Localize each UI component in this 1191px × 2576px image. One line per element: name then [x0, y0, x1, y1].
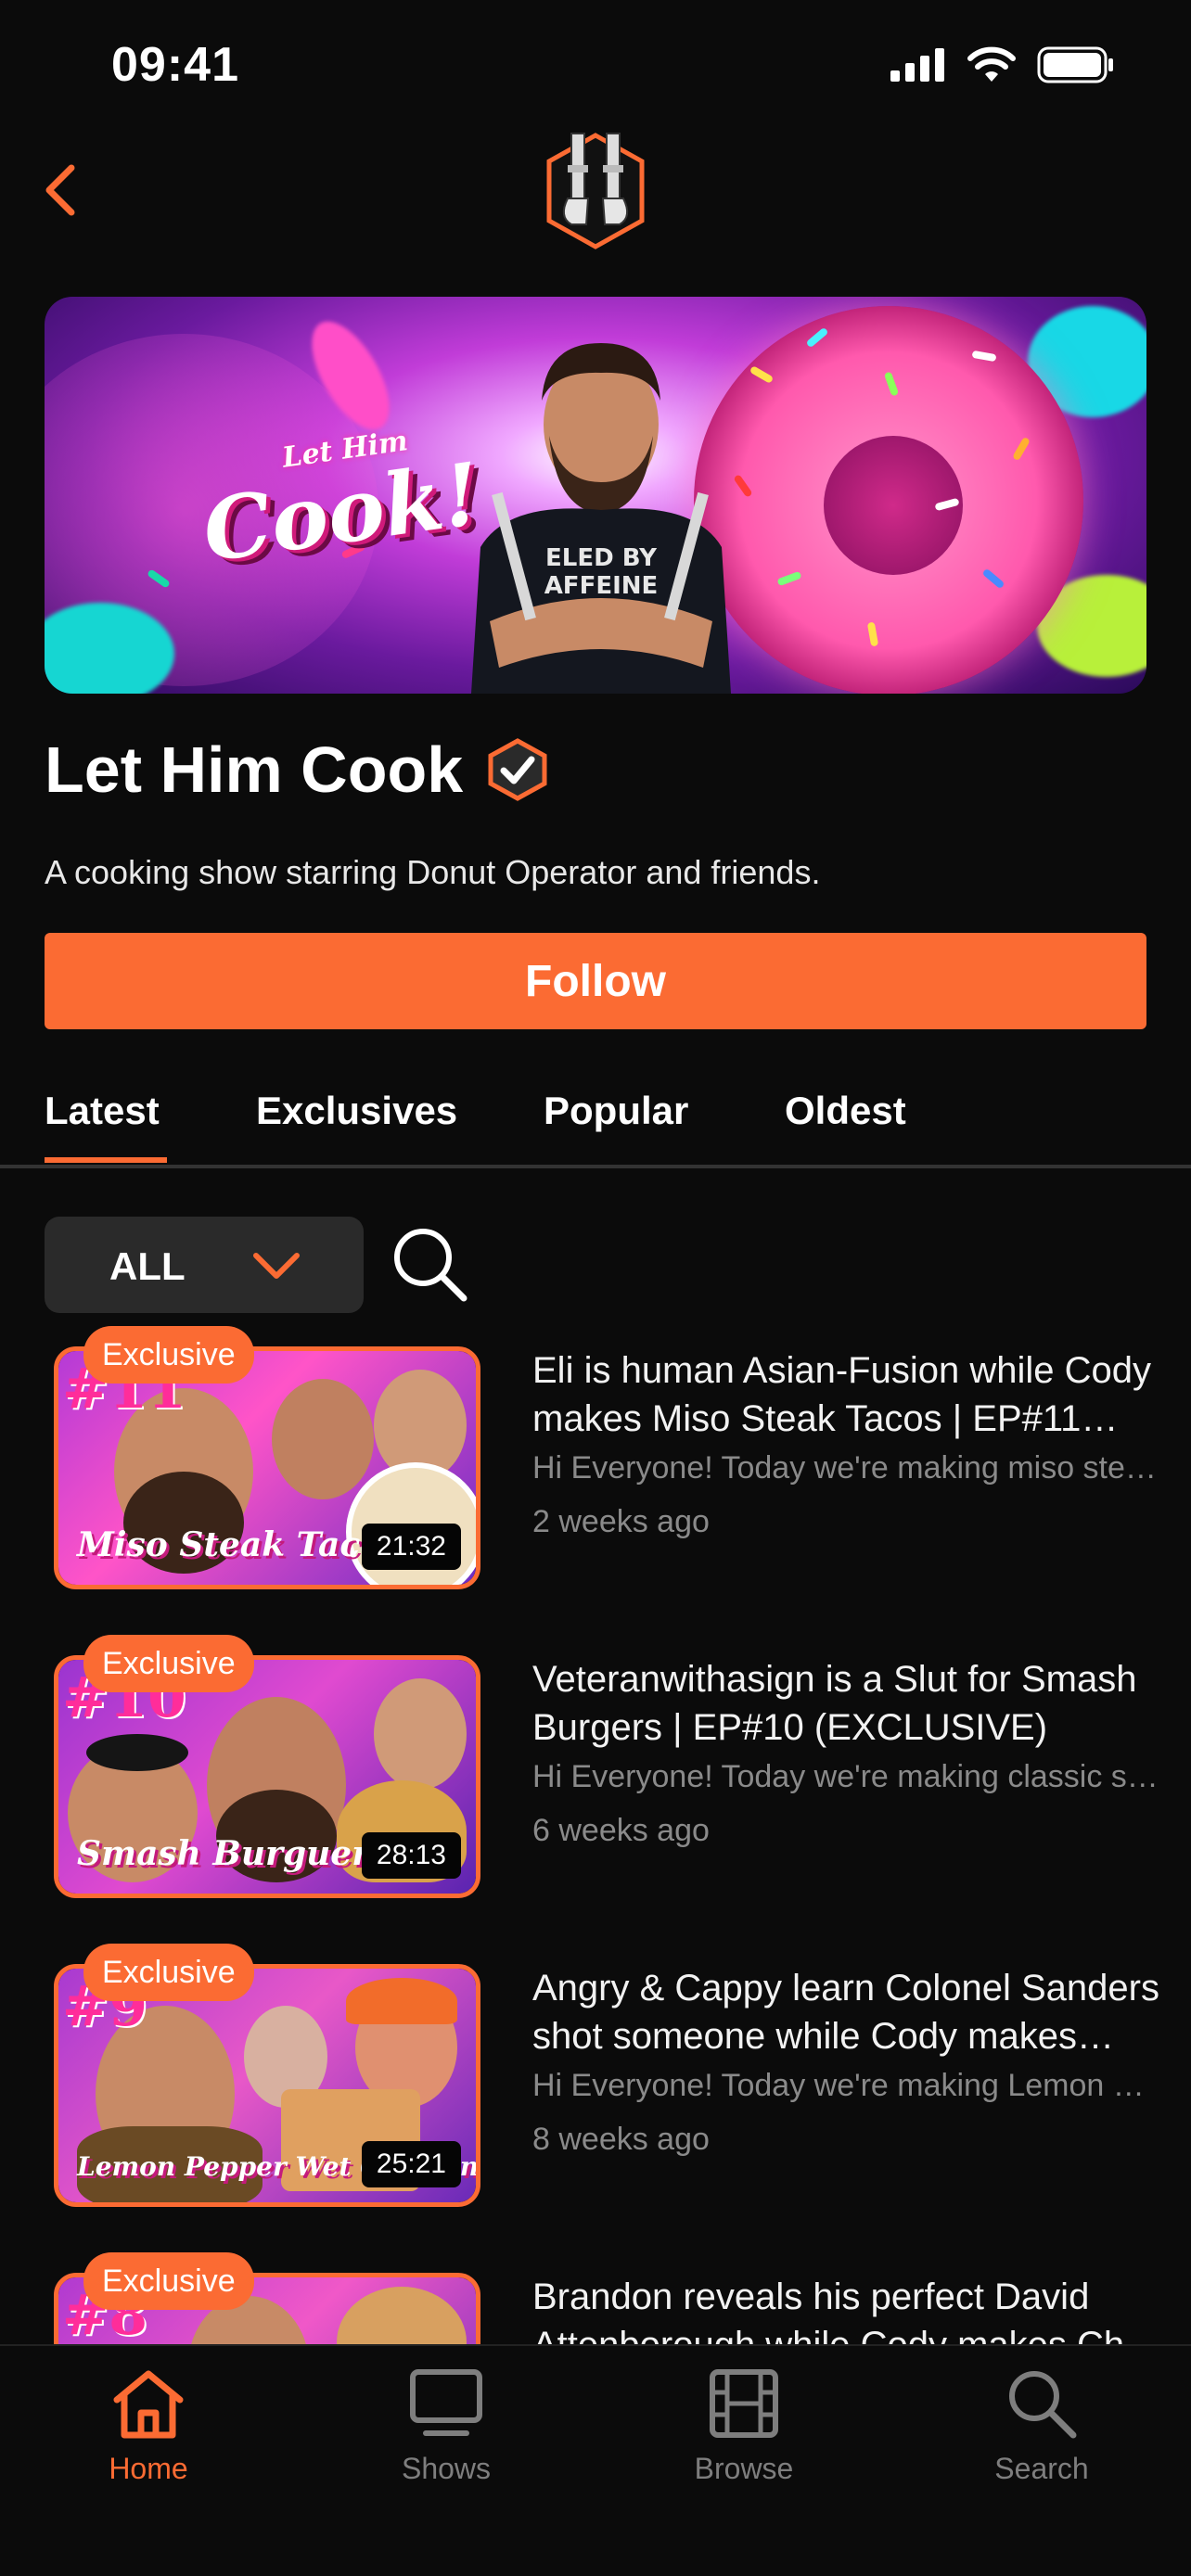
episode-title[interactable]: Eli is human Asian-Fusion while Cody mak… — [532, 1346, 1163, 1443]
search-icon — [1009, 2371, 1077, 2439]
episode-duration: 21:32 — [361, 1524, 461, 1570]
content-tabs: Latest Exclusives Popular Oldest — [0, 1076, 1191, 1168]
exclusive-badge: Exclusive — [83, 2252, 254, 2310]
show-description: A cooking show starring Donut Operator a… — [45, 853, 821, 891]
episode-item[interactable]: #10 Smash Burguer 28:13 Exclusive Vetera… — [0, 1635, 1191, 1913]
status-icons — [890, 46, 1115, 83]
chevron-down-icon — [253, 1253, 300, 1279]
episode-item[interactable]: #9 Lemon Pepper Wet Chicken Wings 25:21 … — [0, 1944, 1191, 2222]
filter-selected-value: ALL — [109, 1244, 186, 1288]
exclusive-badge: Exclusive — [83, 1635, 254, 1692]
verified-badge-icon — [488, 738, 547, 801]
monitor-icon — [410, 2369, 482, 2436]
show-banner: ELED BY AFFEINE Let Him Cook! — [45, 297, 1146, 694]
tab-exclusives[interactable]: Exclusives — [256, 1089, 457, 1133]
nav-browse[interactable]: Browse — [651, 2366, 837, 2486]
episode-title[interactable]: Veteranwithasign is a Slut for Smash Bur… — [532, 1655, 1163, 1752]
active-tab-indicator — [45, 1157, 167, 1163]
show-title-row: Let Him Cook — [45, 733, 548, 807]
follow-button[interactable]: Follow — [45, 933, 1146, 1029]
nav-shows-label: Shows — [401, 2452, 492, 2485]
episode-age: 6 weeks ago — [532, 1813, 710, 1848]
nav-search-label: Search — [994, 2452, 1089, 2485]
nav-browse-label: Browse — [694, 2452, 794, 2485]
back-button[interactable] — [28, 158, 93, 223]
nav-search[interactable]: Search — [949, 2366, 1134, 2486]
episode-title[interactable]: Angry & Cappy learn Colonel Sanders shot… — [532, 1964, 1163, 2060]
episode-duration: 28:13 — [361, 1832, 461, 1879]
show-title: Let Him Cook — [45, 733, 464, 806]
nav-shows[interactable]: Shows — [353, 2366, 539, 2486]
wifi-icon — [967, 46, 1016, 82]
svg-text:AFFEINE: AFFEINE — [544, 572, 659, 600]
episode-description: Hi Everyone! Today we're making Lemon Pe… — [532, 2068, 1163, 2103]
svg-text:ELED BY: ELED BY — [545, 544, 658, 572]
thumbnail-text: Smash Burguer — [77, 1834, 370, 1873]
film-icon — [710, 2369, 778, 2438]
tab-popular[interactable]: Popular — [544, 1089, 688, 1133]
nav-home[interactable]: Home — [56, 2366, 241, 2486]
exclusive-badge: Exclusive — [83, 1326, 254, 1384]
cellular-signal-icon — [890, 48, 944, 82]
episode-duration: 25:21 — [361, 2141, 461, 2187]
status-bar: 09:41 — [0, 0, 1191, 130]
filter-dropdown[interactable]: ALL — [45, 1217, 364, 1313]
bottom-tab-bar: Home Shows Browse Search — [0, 2344, 1191, 2576]
chef-illustration: ELED BY AFFEINE — [471, 343, 731, 694]
tab-latest[interactable]: Latest — [45, 1089, 160, 1133]
episode-description: Hi Everyone! Today we're making classic … — [532, 1759, 1163, 1794]
exclusive-badge: Exclusive — [83, 1944, 254, 2001]
banner-title-big: Cook! — [197, 443, 487, 581]
chevron-left-icon — [45, 164, 75, 216]
status-time: 09:41 — [111, 38, 239, 92]
episode-age: 2 weeks ago — [532, 1504, 710, 1539]
brand-logo[interactable] — [540, 128, 651, 254]
episode-item[interactable]: #11 Miso Steak Tacos 21:32 Exclusive Eli… — [0, 1326, 1191, 1604]
tab-oldest[interactable]: Oldest — [785, 1089, 906, 1133]
thumbnail-text: Miso Steak Tacos — [77, 1525, 402, 1564]
episode-description: Hi Everyone! Today we're making miso ste… — [532, 1450, 1163, 1486]
home-icon — [113, 2370, 184, 2439]
nav-home-label: Home — [109, 2452, 188, 2485]
battery-icon — [1037, 46, 1113, 83]
episode-age: 8 weeks ago — [532, 2122, 710, 2157]
search-icon[interactable] — [390, 1224, 469, 1304]
